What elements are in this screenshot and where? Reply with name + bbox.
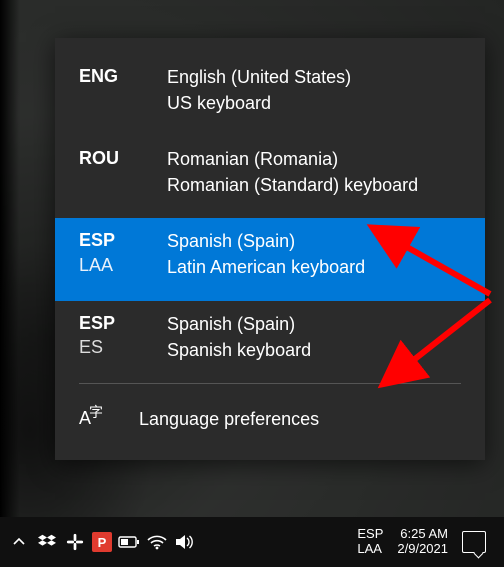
language-abbr: ESP ES (79, 311, 167, 360)
language-name: Romanian (Romania) (167, 146, 418, 172)
tray-clock-area: ESP LAA 6:25 AM 2/9/2021 (357, 527, 504, 557)
language-abbr: ENG (79, 64, 167, 88)
taskbar-time: 6:25 AM (400, 527, 448, 542)
dropbox-icon[interactable] (36, 531, 58, 553)
keyboard-layout: Romanian (Standard) keyboard (167, 172, 418, 198)
language-abbr-primary: ESP (79, 228, 167, 252)
language-abbr-primary: ESP (79, 311, 167, 335)
slack-icon[interactable] (64, 531, 86, 553)
battery-icon[interactable] (118, 531, 140, 553)
language-item-eng[interactable]: ENG English (United States) US keyboard (55, 54, 485, 136)
language-item-esp-laa[interactable]: ESP LAA Spanish (Spain) Latin American k… (55, 218, 485, 300)
left-vignette (0, 0, 20, 567)
volume-icon[interactable] (174, 531, 196, 553)
language-name: Spanish (Spain) (167, 311, 311, 337)
language-desc: English (United States) US keyboard (167, 64, 351, 116)
taskbar-lang-abbr1: ESP (357, 527, 383, 542)
language-name: English (United States) (167, 64, 351, 90)
taskbar: P ESP LAA 6:25 AM 2/9/2021 (0, 517, 504, 567)
language-preferences-label: Language preferences (139, 409, 319, 430)
language-preferences-link[interactable]: Language preferences (55, 384, 485, 460)
polaris-office-icon[interactable]: P (92, 532, 112, 552)
language-abbr-secondary: ES (79, 335, 167, 359)
language-abbr-primary: ENG (79, 64, 167, 88)
language-abbr-secondary: LAA (79, 253, 167, 277)
language-item-rou[interactable]: ROU Romanian (Romania) Romanian (Standar… (55, 136, 485, 218)
taskbar-clock[interactable]: 6:25 AM 2/9/2021 (397, 527, 448, 557)
keyboard-layout: US keyboard (167, 90, 351, 116)
taskbar-language-indicator[interactable]: ESP LAA (357, 527, 383, 557)
language-desc: Romanian (Romania) Romanian (Standard) k… (167, 146, 418, 198)
language-item-esp-es[interactable]: ESP ES Spanish (Spain) Spanish keyboard (55, 301, 485, 383)
language-abbr: ESP LAA (79, 228, 167, 277)
language-switcher-flyout: ENG English (United States) US keyboard … (55, 38, 485, 460)
language-glyph-icon (79, 406, 107, 434)
taskbar-date: 2/9/2021 (397, 542, 448, 557)
keyboard-layout: Latin American keyboard (167, 254, 365, 280)
keyboard-layout: Spanish keyboard (167, 337, 311, 363)
language-abbr-primary: ROU (79, 146, 167, 170)
action-center-icon[interactable] (462, 531, 486, 553)
language-desc: Spanish (Spain) Spanish keyboard (167, 311, 311, 363)
chevron-up-icon[interactable] (8, 531, 30, 553)
language-abbr: ROU (79, 146, 167, 170)
taskbar-lang-abbr2: LAA (357, 542, 382, 557)
wifi-icon[interactable] (146, 531, 168, 553)
language-name: Spanish (Spain) (167, 228, 365, 254)
language-desc: Spanish (Spain) Latin American keyboard (167, 228, 365, 280)
tray-overflow-area: P (0, 531, 196, 553)
